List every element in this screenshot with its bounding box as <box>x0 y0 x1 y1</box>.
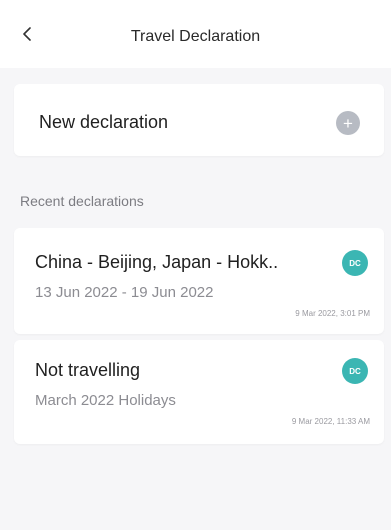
declaration-dates: 13 Jun 2022 - 19 Jun 2022 <box>35 284 214 301</box>
declaration-title: China - Beijing, Japan - Hokk.. <box>35 252 279 272</box>
app-header: Travel Declaration <box>0 0 391 68</box>
declaration-description: March 2022 Holidays <box>35 392 176 409</box>
declaration-title: Not travelling <box>35 360 141 380</box>
avatar: DC <box>342 358 368 384</box>
page-title: Travel Declaration <box>130 28 261 45</box>
new-declaration-card[interactable]: New declaration <box>14 84 384 156</box>
new-declaration-label: New declaration <box>39 112 169 132</box>
declaration-timestamp: 9 Mar 2022, 11:33 AM <box>291 417 370 426</box>
declaration-item[interactable]: China - Beijing, Japan - Hokk.. 13 Jun 2… <box>14 228 384 334</box>
declaration-item[interactable]: Not travelling March 2022 Holidays DC 9 … <box>14 340 384 444</box>
avatar: DC <box>342 250 368 276</box>
recent-declarations-heading: Recent declarations <box>20 193 144 209</box>
plus-icon[interactable]: + <box>336 111 360 135</box>
declaration-timestamp: 9 Mar 2022, 3:01 PM <box>295 309 370 318</box>
